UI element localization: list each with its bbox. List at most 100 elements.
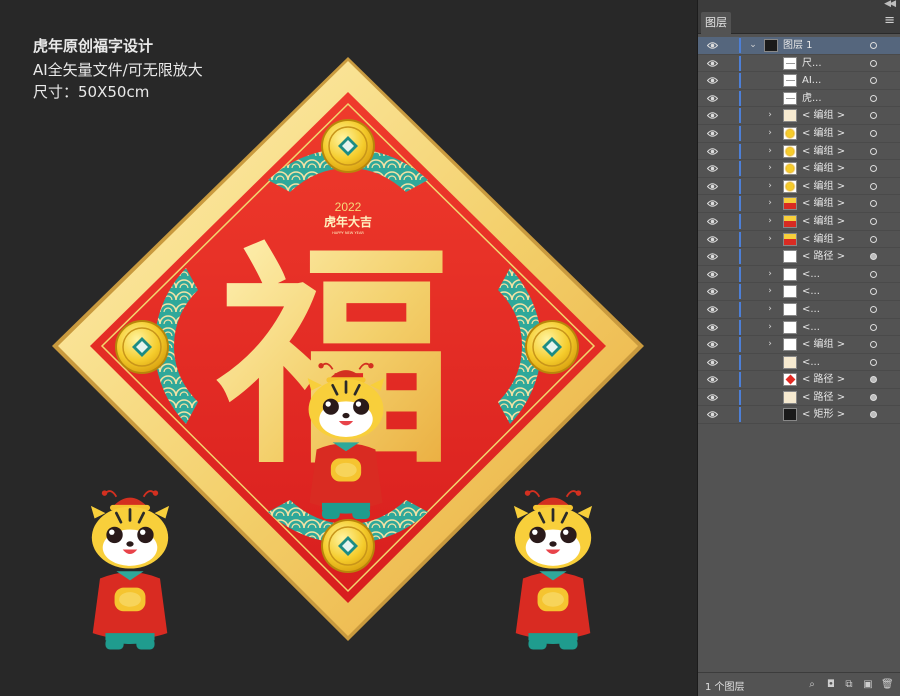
layer-row[interactable]: › < 编组 >	[698, 107, 900, 125]
visibility-eye-icon[interactable]	[707, 129, 718, 138]
layer-row[interactable]: › < 编组 >	[698, 336, 900, 354]
target-circle-icon[interactable]	[870, 147, 877, 155]
layer-label[interactable]: 虎...	[802, 90, 822, 107]
chevron-right-icon[interactable]: ›	[765, 215, 775, 228]
layer-label[interactable]: <...	[802, 319, 820, 336]
target-circle-icon[interactable]	[870, 112, 877, 120]
visibility-eye-icon[interactable]	[707, 287, 718, 296]
delete-icon[interactable]: 🗑	[881, 678, 894, 691]
target-circle-icon[interactable]	[870, 200, 877, 208]
target-circle-icon[interactable]	[870, 323, 877, 331]
layer-row[interactable]: › < 编组 >	[698, 125, 900, 143]
layer-label[interactable]: 尺...	[802, 55, 822, 72]
layer-label[interactable]: < 编组 >	[802, 107, 845, 124]
visibility-eye-icon[interactable]	[707, 147, 718, 156]
layer-row[interactable]: AI...	[698, 72, 900, 90]
target-circle-icon[interactable]	[870, 305, 877, 313]
visibility-eye-icon[interactable]	[707, 393, 718, 402]
visibility-eye-icon[interactable]	[707, 358, 718, 367]
chevron-right-icon[interactable]: ›	[765, 197, 775, 210]
chevron-right-icon[interactable]: ›	[765, 180, 775, 193]
visibility-eye-icon[interactable]	[707, 164, 718, 173]
target-circle-icon[interactable]	[870, 59, 877, 67]
visibility-eye-icon[interactable]	[707, 41, 718, 50]
visibility-eye-icon[interactable]	[707, 270, 718, 279]
visibility-eye-icon[interactable]	[707, 235, 718, 244]
target-circle-icon[interactable]	[870, 253, 877, 261]
target-circle-icon[interactable]	[870, 165, 877, 173]
layer-label[interactable]: <...	[802, 354, 820, 371]
chevron-right-icon[interactable]: ›	[765, 338, 775, 351]
visibility-eye-icon[interactable]	[707, 375, 718, 384]
target-circle-icon[interactable]	[870, 217, 877, 225]
target-circle-icon[interactable]	[870, 235, 877, 243]
target-circle-icon[interactable]	[870, 411, 877, 419]
create-new-layer-icon[interactable]: ▣	[862, 678, 874, 691]
layer-row[interactable]: < 路径 >	[698, 389, 900, 407]
chevron-right-icon[interactable]: ›	[765, 321, 775, 334]
target-circle-icon[interactable]	[870, 270, 877, 278]
layer-label[interactable]: < 路径 >	[802, 389, 845, 406]
layer-row[interactable]: › <...	[698, 266, 900, 284]
layer-label[interactable]: < 路径 >	[802, 248, 845, 265]
layer-label[interactable]: < 编组 >	[802, 143, 845, 160]
layer-label[interactable]: < 编组 >	[802, 178, 845, 195]
target-circle-icon[interactable]	[870, 42, 877, 49]
layer-row[interactable]: › < 编组 >	[698, 213, 900, 231]
chevron-right-icon[interactable]: ›	[765, 109, 775, 122]
target-circle-icon[interactable]	[870, 77, 877, 85]
chevron-down-icon[interactable]: ⌄	[748, 39, 758, 52]
layer-row[interactable]: › < 编组 >	[698, 160, 900, 178]
make-clipping-mask-icon[interactable]: ◘	[825, 678, 837, 691]
chevron-right-icon[interactable]: ›	[765, 233, 775, 246]
visibility-eye-icon[interactable]	[707, 305, 718, 314]
double-chevron-left-icon[interactable]: ◀◀	[884, 0, 896, 9]
layer-label[interactable]: <...	[802, 266, 820, 283]
layer-label[interactable]: < 路径 >	[802, 371, 845, 388]
layer-row[interactable]: < 路径 >	[698, 248, 900, 266]
layer-label[interactable]: < 编组 >	[802, 336, 845, 353]
visibility-eye-icon[interactable]	[707, 410, 718, 419]
visibility-eye-icon[interactable]	[707, 76, 718, 85]
layer-row[interactable]: < 矩形 >	[698, 406, 900, 425]
layer-row[interactable]: <...	[698, 354, 900, 372]
layer-row[interactable]: › <...	[698, 319, 900, 337]
layer-label[interactable]: < 编组 >	[802, 231, 845, 248]
target-circle-icon[interactable]	[870, 182, 877, 190]
chevron-right-icon[interactable]: ›	[765, 285, 775, 298]
layer-label[interactable]: < 编组 >	[802, 195, 845, 212]
visibility-eye-icon[interactable]	[707, 199, 718, 208]
layer-row[interactable]: › < 编组 >	[698, 178, 900, 196]
visibility-eye-icon[interactable]	[707, 94, 718, 103]
visibility-eye-icon[interactable]	[707, 323, 718, 332]
layer-label[interactable]: <...	[802, 301, 820, 318]
layer-label[interactable]: < 编组 >	[802, 160, 845, 177]
target-circle-icon[interactable]	[870, 341, 877, 349]
layer-label[interactable]: < 编组 >	[802, 213, 845, 230]
visibility-eye-icon[interactable]	[707, 252, 718, 261]
chevron-right-icon[interactable]: ›	[765, 145, 775, 158]
chevron-right-icon[interactable]: ›	[765, 127, 775, 140]
target-circle-icon[interactable]	[870, 288, 877, 296]
chevron-right-icon[interactable]: ›	[765, 162, 775, 175]
target-circle-icon[interactable]	[870, 94, 877, 102]
chevron-right-icon[interactable]: ›	[765, 303, 775, 316]
layer-row[interactable]: 尺...	[698, 55, 900, 73]
layer-label[interactable]: 图层 1	[783, 37, 813, 54]
target-circle-icon[interactable]	[870, 376, 877, 384]
layer-row[interactable]: › <...	[698, 301, 900, 319]
visibility-eye-icon[interactable]	[707, 217, 718, 226]
target-circle-icon[interactable]	[870, 129, 877, 137]
layer-row[interactable]: › < 编组 >	[698, 231, 900, 249]
layer-label[interactable]: < 编组 >	[802, 125, 845, 142]
hamburger-menu-icon[interactable]: ≡	[884, 13, 895, 28]
visibility-eye-icon[interactable]	[707, 59, 718, 68]
layer-row[interactable]: 虎...	[698, 90, 900, 108]
layer-row[interactable]: › <...	[698, 283, 900, 301]
target-circle-icon[interactable]	[870, 393, 877, 401]
artboard-canvas[interactable]: 虎年原创福字设计 AI全矢量文件/可无限放大 尺寸：50X50cm 2022 虎…	[0, 0, 697, 696]
visibility-eye-icon[interactable]	[707, 111, 718, 120]
create-sublayer-icon[interactable]: ⧉	[843, 678, 855, 691]
layer-row[interactable]: › < 编组 >	[698, 143, 900, 161]
layer-row[interactable]: › < 编组 >	[698, 195, 900, 213]
